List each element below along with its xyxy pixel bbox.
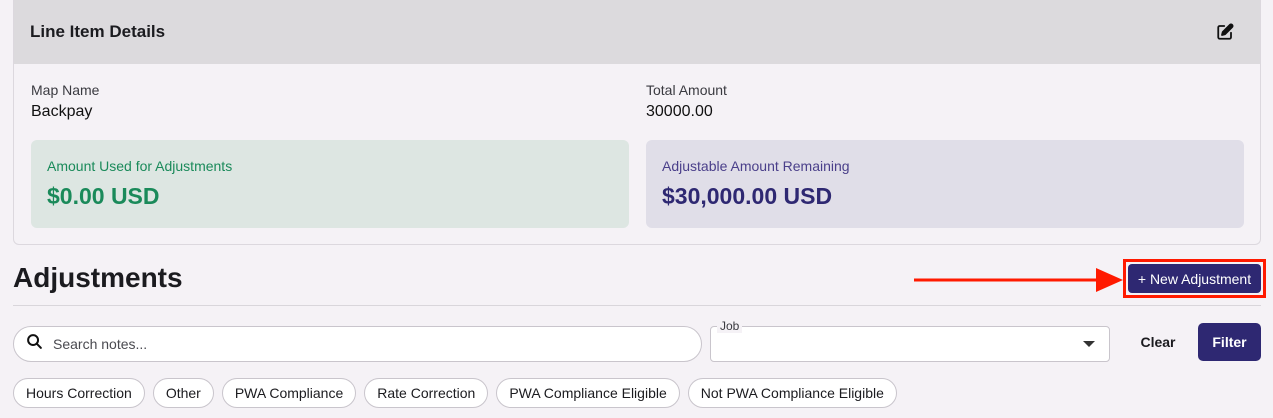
total-amount-label: Total Amount <box>646 82 727 98</box>
card-title: Line Item Details <box>30 22 166 41</box>
divider <box>13 305 1261 306</box>
amount-remaining-value: $30,000.00 USD <box>662 183 833 209</box>
amount-remaining-label: Adjustable Amount Remaining <box>662 158 850 174</box>
amount-used-label: Amount Used for Adjustments <box>47 158 233 174</box>
search-field[interactable] <box>13 326 702 362</box>
chip-hours-correction[interactable]: Hours Correction <box>13 378 145 408</box>
clear-button[interactable]: Clear <box>1128 326 1188 358</box>
edit-icon[interactable] <box>1214 21 1236 43</box>
job-label: Job <box>717 319 743 333</box>
search-input[interactable] <box>53 336 653 352</box>
map-name-label: Map Name <box>31 82 100 98</box>
job-select[interactable]: Job <box>710 319 1110 362</box>
adjustment-type-chips: Hours Correction Other PWA Compliance Ra… <box>13 378 897 408</box>
adjustments-title: Adjustments <box>13 262 183 293</box>
chevron-down-icon <box>1083 341 1095 347</box>
filter-button[interactable]: Filter <box>1198 323 1261 361</box>
map-name-field: Map Name Backpay <box>31 82 99 121</box>
arrow-right-icon <box>914 268 1123 292</box>
chip-not-pwa-compliance-eligible[interactable]: Not PWA Compliance Eligible <box>687 378 897 408</box>
amount-remaining-panel: Adjustable Amount Remaining $30,000.00 U… <box>646 140 1244 228</box>
line-item-details-card: Line Item Details Map Name Backpay Total… <box>13 0 1261 245</box>
total-amount-value: 30000.00 <box>646 103 713 120</box>
chip-pwa-compliance-eligible[interactable]: PWA Compliance Eligible <box>496 378 680 408</box>
chip-rate-correction[interactable]: Rate Correction <box>364 378 489 408</box>
search-icon <box>26 333 43 355</box>
amount-used-panel: Amount Used for Adjustments $0.00 USD <box>31 140 629 228</box>
total-amount-field: Total Amount 30000.00 <box>646 82 727 121</box>
new-adjustment-button[interactable]: + New Adjustment <box>1128 264 1261 293</box>
chip-pwa-compliance[interactable]: PWA Compliance <box>221 378 357 408</box>
chip-other[interactable]: Other <box>152 378 214 408</box>
amount-used-value: $0.00 USD <box>47 183 160 209</box>
map-name-value: Backpay <box>31 103 93 120</box>
card-header: Line Item Details <box>14 0 1260 64</box>
